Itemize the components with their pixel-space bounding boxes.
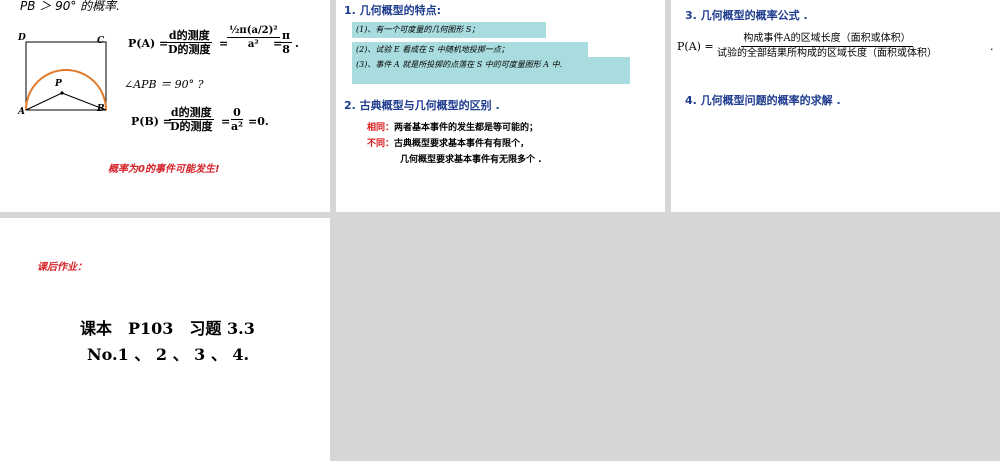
pa-left: P(A) = bbox=[128, 37, 169, 50]
vertex-label-c: C bbox=[97, 36, 105, 46]
pa-result-fraction: π 8 bbox=[280, 29, 293, 56]
same-row: 相同：两者基本事件的发生都是等可能的； bbox=[367, 122, 538, 134]
diff-text-1: 古典概型要求基本事件有有限个， bbox=[394, 139, 530, 149]
pb-end: =0. bbox=[248, 115, 269, 128]
pa-end: . bbox=[295, 37, 299, 50]
point-label-p: P bbox=[55, 79, 62, 89]
vertex-label-a: A bbox=[18, 107, 25, 117]
pa-middle-fraction: ½π(a/2)² a² bbox=[227, 25, 280, 50]
formula-left: P(A) = bbox=[677, 40, 714, 53]
same-label: 相同： bbox=[367, 123, 395, 133]
pb-middle-fraction: 0 a² bbox=[231, 106, 243, 133]
vertex-label-b: B bbox=[97, 104, 105, 114]
angle-question: ∠APB ＝ 90° ? bbox=[124, 78, 204, 91]
probability-formula-fraction: 构成事件A的区域长度（面积或体积） 试验的全部结果所构成的区域长度（面积或体积） bbox=[717, 33, 937, 59]
heading-1: 1. 几何概型的特点: bbox=[344, 4, 442, 17]
diff-row: 不同：古典概型要求基本事件有有限个， bbox=[367, 138, 529, 150]
homework-title: 课后作业： bbox=[37, 262, 87, 273]
slide-geometry-example: PB ＞ 90° 的概率. D C A B P P(A) = d的测度 D的测度… bbox=[0, 0, 330, 212]
pa-fraction: d的测度 D的测度 bbox=[166, 29, 212, 56]
feature-box-2: (2)、试验 E 看成在 S 中随机地投掷一点； bbox=[352, 42, 588, 58]
heading-4: 4. 几何概型问题的概率的求解 . bbox=[685, 94, 841, 107]
slide-formula: 3. 几何概型的概率公式 . P(A) = 构成事件A的区域长度（面积或体积） … bbox=[671, 0, 1000, 212]
heading-2: 2. 古典概型与几何概型的区别 . bbox=[344, 99, 500, 112]
feature-box-1: (1)、有一个可度量的几何图形 S； bbox=[352, 22, 546, 38]
same-text: 两者基本事件的发生都是等可能的； bbox=[394, 123, 539, 133]
homework-line-2: No.1 、 2 、 3 、 4. bbox=[87, 345, 250, 364]
homework-line-1: 课本 P103 习题 3.3 bbox=[80, 319, 255, 338]
vertex-label-d: D bbox=[18, 33, 26, 43]
heading-3: 3. 几何概型的概率公式 . bbox=[685, 9, 808, 22]
diff-label: 不同： bbox=[367, 139, 395, 149]
probability-zero-note: 概率为0的事件可能发生! bbox=[108, 164, 220, 175]
formula-end: . bbox=[990, 40, 994, 53]
square-figure bbox=[25, 41, 107, 111]
feature-box-3: (3)、事件 A 就是所投掷的点落在 S 中的可度量图形 A 中. bbox=[352, 57, 630, 84]
slide-characteristics: 1. 几何概型的特点: (1)、有一个可度量的几何图形 S； (2)、试验 E … bbox=[336, 0, 665, 212]
diff-text-2: 几何概型要求基本事件有无限多个 . bbox=[400, 155, 542, 165]
pb-left: P(B) = bbox=[131, 115, 173, 128]
slide-homework: 课后作业： 课本 P103 习题 3.3 No.1 、 2 、 3 、 4. bbox=[0, 218, 330, 461]
problem-text: PB ＞ 90° 的概率. bbox=[20, 0, 120, 13]
pb-fraction: d的测度 D的测度 bbox=[168, 106, 214, 133]
